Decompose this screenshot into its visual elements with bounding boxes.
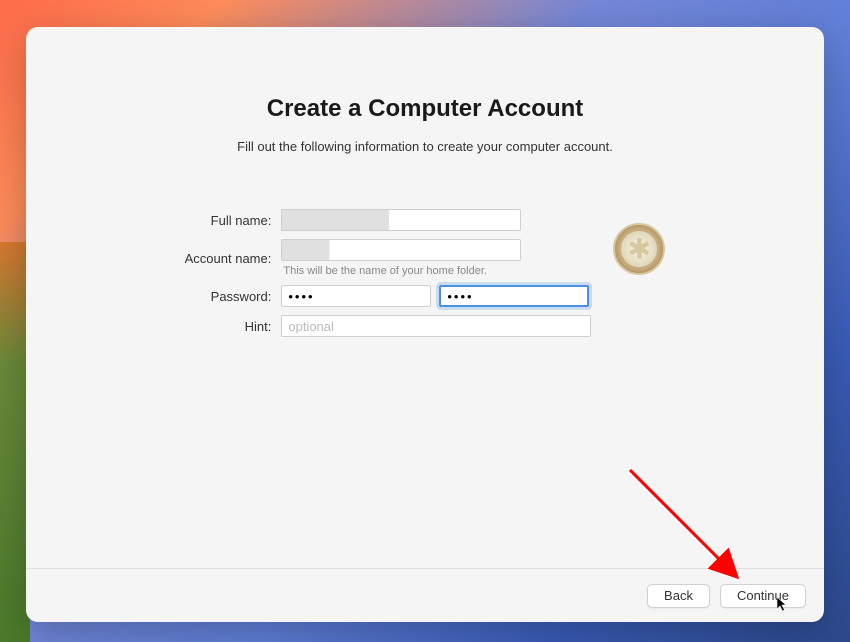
account-avatar-icon[interactable] [613, 223, 665, 275]
account-name-input[interactable] [281, 239, 521, 261]
page-title: Create a Computer Account [267, 95, 584, 123]
content-area: Create a Computer Account Fill out the f… [26, 27, 824, 568]
setup-window: Create a Computer Account Fill out the f… [26, 27, 824, 622]
account-name-helper: This will be the name of your home folde… [283, 265, 487, 277]
password-verify-input[interactable] [439, 285, 589, 307]
footer-bar: Back Continue [26, 568, 824, 622]
hint-input[interactable] [281, 315, 591, 337]
back-button[interactable]: Back [647, 584, 710, 608]
form-container: Full name: Account name: This will be th… [185, 209, 666, 337]
full-name-input[interactable] [281, 209, 521, 231]
page-subtitle: Fill out the following information to cr… [237, 139, 613, 154]
password-label: Password: [185, 289, 272, 304]
account-name-label: Account name: [185, 251, 272, 266]
hint-label: Hint: [185, 319, 272, 334]
password-input[interactable] [281, 285, 431, 307]
continue-button[interactable]: Continue [720, 584, 806, 608]
form-grid: Full name: Account name: This will be th… [185, 209, 592, 337]
full-name-label: Full name: [185, 213, 272, 228]
